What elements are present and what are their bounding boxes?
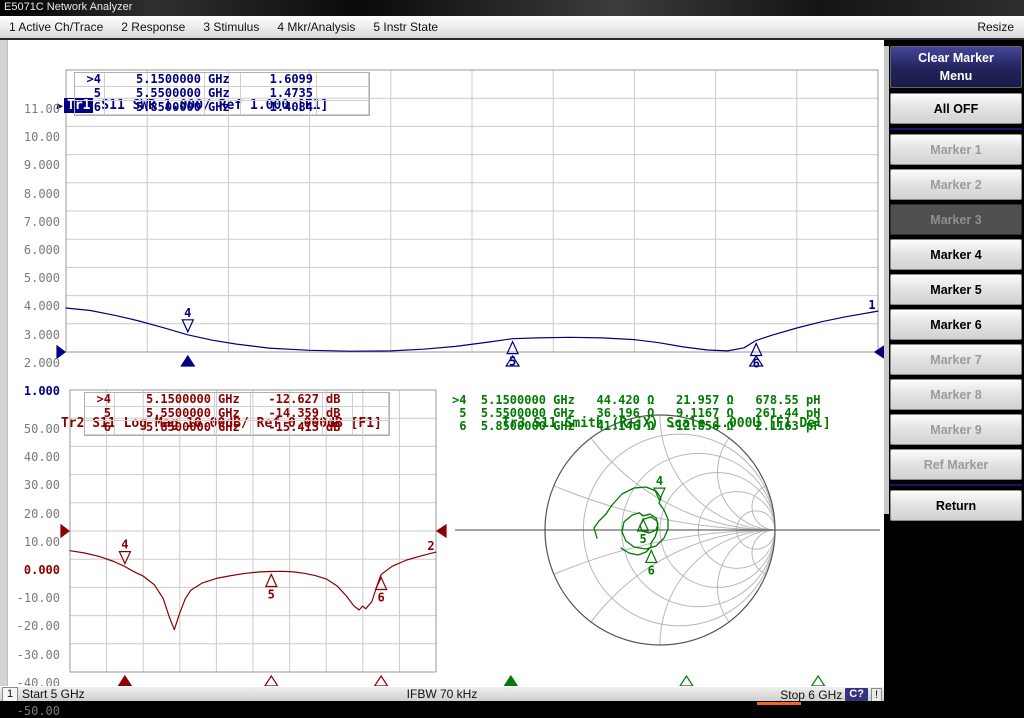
softkey-menu-title-line1: Clear Marker <box>891 49 1021 67</box>
smith-chart-grid <box>200 40 884 686</box>
softkey-menu-title: Clear Marker Menu <box>890 46 1022 88</box>
sidebar-scroll-strip[interactable] <box>884 46 889 514</box>
bottom-edge <box>0 701 1024 706</box>
softkey-marker-7[interactable]: Marker 7 <box>890 344 1022 375</box>
softkey-marker-5[interactable]: Marker 5 <box>890 274 1022 305</box>
y-tick-label: 3.000 <box>8 328 60 342</box>
trace-display-area: 45645645612 ▶Tr1 S11 SWR 1.000/ Ref 1.00… <box>0 40 884 686</box>
menu-item-4[interactable]: 4 Mkr/Analysis <box>268 17 364 37</box>
softkey-marker-3[interactable]: Marker 3 <box>890 204 1022 235</box>
svg-text:5: 5 <box>268 587 275 601</box>
svg-text:4: 4 <box>121 538 128 552</box>
softkey-separator <box>890 127 1022 130</box>
y-tick-label: 40.00 <box>8 450 60 464</box>
softkey-all-off[interactable]: All OFF <box>890 93 1022 124</box>
softkey-marker-9[interactable]: Marker 9 <box>890 414 1022 445</box>
softkey-marker-6[interactable]: Marker 6 <box>890 309 1022 340</box>
y-tick-label: 11.00 <box>8 102 60 116</box>
menu-bar: 1 Active Ch/Trace2 Response3 Stimulus4 M… <box>0 16 1024 40</box>
svg-text:6: 6 <box>753 356 760 370</box>
svg-text:4: 4 <box>184 306 191 320</box>
menu-item-1[interactable]: 1 Active Ch/Trace <box>0 17 112 37</box>
svg-text:6: 6 <box>648 563 655 577</box>
y-tick-label: 8.000 <box>8 187 60 201</box>
softkey-separator <box>890 483 1022 486</box>
instrument-screen: E5071C Network Analyzer 1 Active Ch/Trac… <box>0 0 1024 706</box>
y-tick-label: -30.00 <box>8 648 60 662</box>
y-tick-label: 10.00 <box>8 535 60 549</box>
menu-item-5[interactable]: 5 Instr State <box>364 17 447 37</box>
y-tick-label: -10.00 <box>8 591 60 605</box>
softkey-marker-1[interactable]: Marker 1 <box>890 134 1022 165</box>
svg-text:2: 2 <box>427 539 434 553</box>
window-title-bar[interactable]: E5071C Network Analyzer <box>0 0 1024 16</box>
y-tick-label: 4.000 <box>8 299 60 313</box>
charts-canvas: 45645645612 <box>0 40 884 686</box>
y-tick-label: 0.000 <box>8 563 60 577</box>
svg-text:4: 4 <box>656 474 663 488</box>
svg-text:6: 6 <box>377 590 384 604</box>
ifbw-readout: IFBW 70 kHz <box>407 687 478 702</box>
y-tick-label: 10.00 <box>8 130 60 144</box>
left-gutter <box>0 40 8 686</box>
warning-indicator[interactable]: ! <box>871 688 882 702</box>
softkey-marker-2[interactable]: Marker 2 <box>890 169 1022 200</box>
softkey-ref-marker[interactable]: Ref Marker <box>890 449 1022 480</box>
menu-item-2[interactable]: 2 Response <box>112 17 194 37</box>
stop-frequency: Stop 6 GHz <box>780 688 842 702</box>
y-tick-label: 50.00 <box>8 422 60 436</box>
softkey-return[interactable]: Return <box>890 490 1022 521</box>
softkey-sidebar: Clear Marker Menu All OFF Marker 1 Marker … <box>884 40 1024 706</box>
y-tick-label: -20.00 <box>8 619 60 633</box>
start-frequency: Start 5 GHz <box>22 687 85 702</box>
y-tick-label: 7.000 <box>8 215 60 229</box>
svg-text:1: 1 <box>868 298 875 312</box>
y-tick-label: 2.000 <box>8 356 60 370</box>
status-bar: 1 Start 5 GHz IFBW 70 kHz Stop 6 GHz C? … <box>0 686 884 701</box>
y-tick-label: 5.000 <box>8 271 60 285</box>
window-title: E5071C Network Analyzer <box>4 1 132 13</box>
y-tick-label: 9.000 <box>8 158 60 172</box>
channel-indicator: 1 <box>2 687 18 702</box>
y-tick-label: -50.00 <box>8 704 60 718</box>
resize-menu-item[interactable]: Resize <box>967 17 1024 37</box>
svg-text:5: 5 <box>639 532 646 546</box>
tr3-marker-row: 6 5.8500000 GHz 41.146 Ω -12.856 Ω 2.116… <box>452 420 820 433</box>
softkey-buttons: All OFF Marker 1 Marker 2 Marker 3 Marker 4 M… <box>890 89 1022 521</box>
y-tick-label: 30.00 <box>8 478 60 492</box>
menu-items: 1 Active Ch/Trace2 Response3 Stimulus4 M… <box>0 17 447 37</box>
correction-status-badge: C? <box>845 688 868 701</box>
y-tick-label: 6.000 <box>8 243 60 257</box>
y-tick-label: 20.00 <box>8 507 60 521</box>
softkey-marker-4[interactable]: Marker 4 <box>890 239 1022 270</box>
menu-item-3[interactable]: 3 Stimulus <box>194 17 268 37</box>
y-tick-label: 1.000 <box>8 384 60 398</box>
softkey-menu-title-line2: Menu <box>891 67 1021 85</box>
sweep-indicator <box>757 702 801 705</box>
softkey-marker-8[interactable]: Marker 8 <box>890 379 1022 410</box>
